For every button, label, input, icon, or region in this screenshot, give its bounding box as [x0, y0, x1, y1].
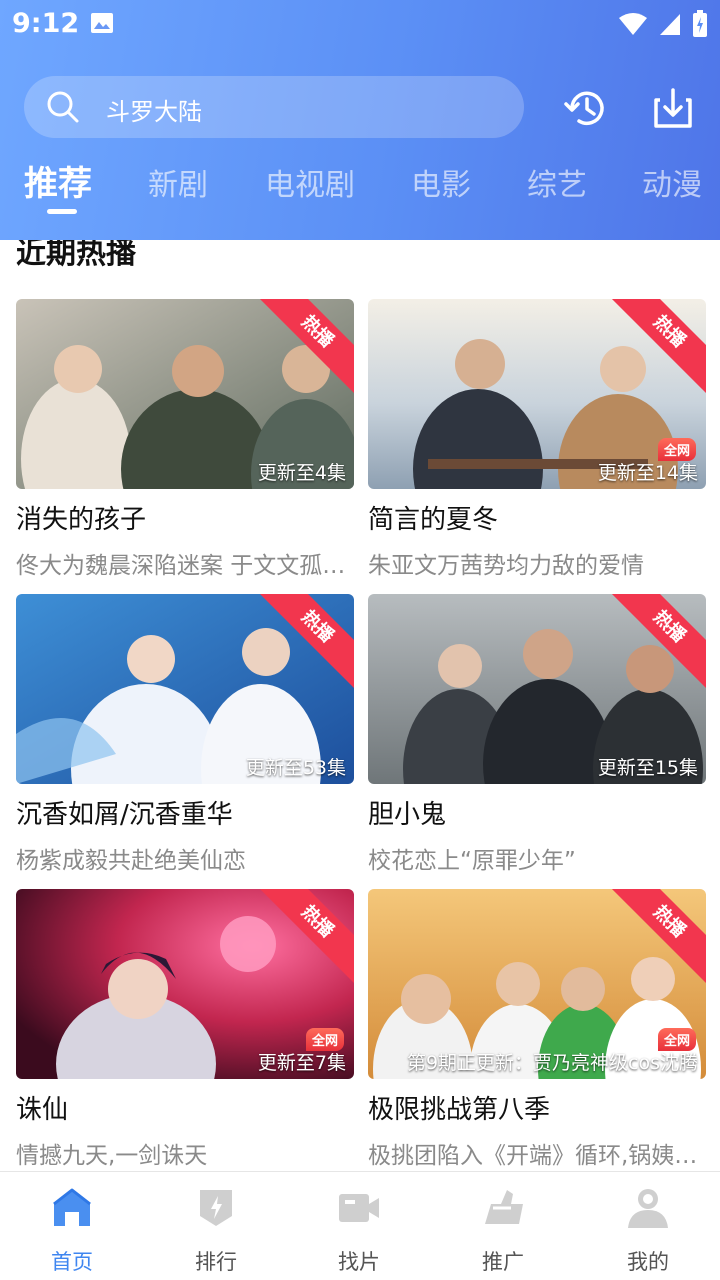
category-tabs: 推荐 新剧 电视剧 电影 综艺 动漫 — [0, 160, 720, 220]
photo-notification-icon — [91, 13, 113, 33]
show-thumbnail: 热播 全网 更新至14集 — [368, 299, 706, 489]
show-description: 情撼九天,一剑诛天 — [16, 1143, 208, 1169]
nav-label: 推广 — [482, 1250, 524, 1274]
thumbs-up-icon — [485, 1190, 523, 1224]
show-title: 简言的夏冬 — [368, 505, 499, 535]
tab-anime[interactable]: 动漫 — [642, 160, 702, 204]
nav-promote[interactable]: 推广 — [453, 1186, 553, 1276]
top-header: 9:12 斗罗大陆 推荐 新剧 电视剧 电影 综艺 动漫 — [0, 0, 720, 240]
download-icon[interactable] — [650, 86, 696, 130]
tab-recommend[interactable]: 推荐 — [24, 156, 92, 205]
show-card[interactable]: 热播 更新至4集 消失的孩子 佟大为魏晨深陷迷案 于文文孤… — [16, 299, 354, 580]
episode-status: 更新至14集 — [597, 462, 698, 484]
show-description: 极挑团陷入《开端》循环,锅姨… — [368, 1143, 698, 1169]
nav-label: 我的 — [627, 1250, 669, 1274]
show-title: 胆小鬼 — [368, 800, 447, 830]
episode-status: 更新至7集 — [257, 1052, 346, 1074]
show-thumbnail: 热播 更新至15集 — [368, 594, 706, 784]
show-description: 校花恋上“原罪少年” — [368, 848, 576, 874]
show-card[interactable]: 热播 全网 第9期正更新：贾乃亮神级cos沈腾 极限挑战第八季 极挑团陷入《开端… — [368, 889, 706, 1170]
show-card[interactable]: 热播 全网 更新至14集 简言的夏冬 朱亚文万茜势均力敌的爱情 — [368, 299, 706, 580]
nav-home[interactable]: 首页 — [22, 1186, 122, 1276]
nav-ranking[interactable]: 排行 — [166, 1186, 266, 1276]
status-time: 9:12 — [12, 8, 80, 39]
episode-status: 第9期正更新：贾乃亮神级cos沈腾 — [406, 1052, 698, 1074]
show-title: 极限挑战第八季 — [368, 1095, 551, 1125]
nav-label: 找片 — [338, 1250, 380, 1274]
ranking-icon — [200, 1190, 232, 1226]
user-icon — [628, 1189, 668, 1228]
tab-new-drama[interactable]: 新剧 — [148, 160, 208, 204]
video-camera-icon — [339, 1194, 379, 1222]
show-title: 消失的孩子 — [16, 505, 147, 535]
wifi-icon — [619, 13, 647, 35]
home-icon — [53, 1188, 91, 1226]
tab-movie[interactable]: 电影 — [411, 160, 471, 204]
search-input[interactable]: 斗罗大陆 — [24, 76, 524, 138]
tab-indicator — [47, 209, 77, 214]
battery-icon — [693, 10, 707, 37]
episode-status: 更新至53集 — [245, 757, 346, 779]
bottom-navigation: 首页 排行 找片 推广 我的 — [0, 1171, 720, 1280]
tab-variety[interactable]: 综艺 — [527, 160, 587, 204]
nav-find[interactable]: 找片 — [309, 1186, 409, 1276]
nav-label: 排行 — [195, 1250, 237, 1274]
search-query-text: 斗罗大陆 — [106, 98, 202, 126]
show-description: 佟大为魏晨深陷迷案 于文文孤… — [16, 553, 346, 579]
nav-label: 首页 — [51, 1250, 93, 1274]
show-card[interactable]: 热播 更新至15集 胆小鬼 校花恋上“原罪少年” — [368, 594, 706, 875]
status-bar: 9:12 — [0, 0, 720, 50]
show-description: 杨紫成毅共赴绝美仙恋 — [16, 848, 246, 874]
status-icons — [618, 10, 708, 38]
episode-status: 更新至15集 — [597, 757, 698, 779]
episode-status: 更新至4集 — [257, 462, 346, 484]
search-icon — [47, 91, 79, 123]
show-thumbnail: 热播 更新至53集 — [16, 594, 354, 784]
history-icon[interactable] — [563, 86, 609, 130]
show-thumbnail: 热播 全网 第9期正更新：贾乃亮神级cos沈腾 — [368, 889, 706, 1079]
show-description: 朱亚文万茜势均力敌的爱情 — [368, 553, 644, 579]
show-title: 沉香如屑/沉香重华 — [16, 800, 233, 830]
show-card[interactable]: 热播 全网 更新至7集 诛仙 情撼九天,一剑诛天 — [16, 889, 354, 1170]
nav-mine[interactable]: 我的 — [598, 1186, 698, 1276]
show-thumbnail: 热播 全网 更新至7集 — [16, 889, 354, 1079]
show-thumbnail: 热播 更新至4集 — [16, 299, 354, 489]
cellular-signal-icon — [660, 14, 680, 35]
show-card[interactable]: 热播 更新至53集 沉香如屑/沉香重华 杨紫成毅共赴绝美仙恋 — [16, 594, 354, 875]
tab-tv-series[interactable]: 电视剧 — [265, 160, 355, 204]
show-title: 诛仙 — [16, 1095, 69, 1125]
